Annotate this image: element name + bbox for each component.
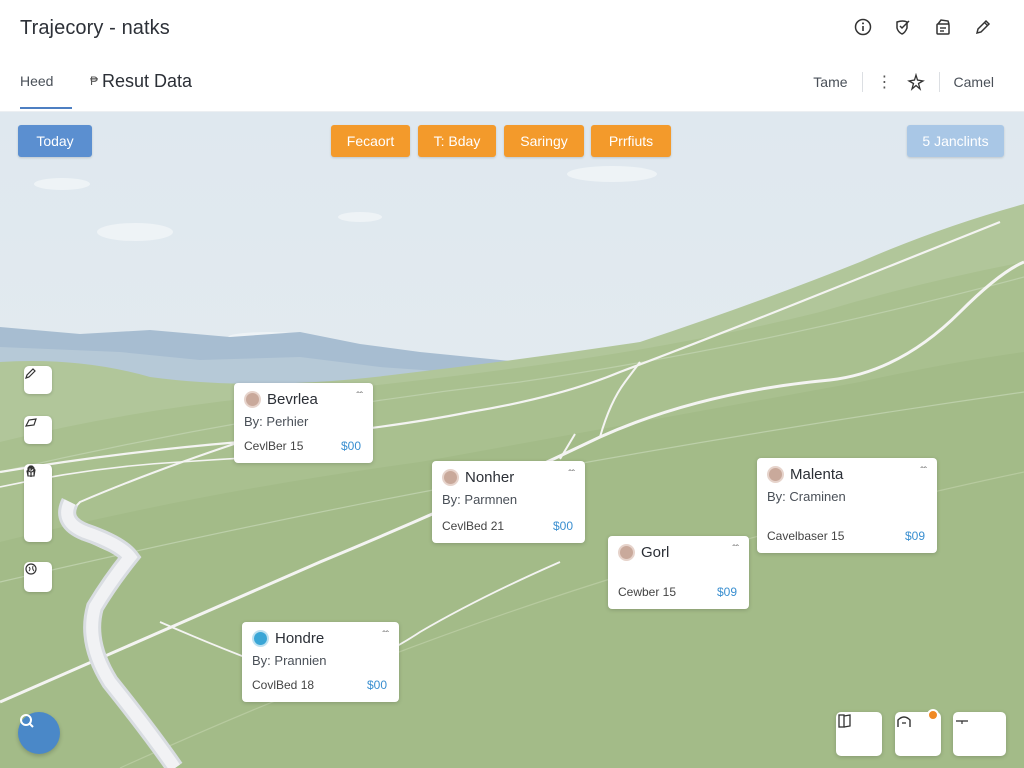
filter-chip-3[interactable]: Saringy — [504, 125, 584, 157]
card-subtitle: By: Craminen — [767, 489, 846, 504]
location-card[interactable]: Gorl ˆˆ Cewber 15 $09 — [608, 536, 749, 609]
location-card[interactable]: Hondre ˆˆ By: Prannien CovlBed 18 $00 — [242, 622, 399, 702]
card-title: Gorl — [641, 544, 670, 561]
chevron-icon[interactable]: ˆˆ — [356, 391, 363, 402]
sub-header-actions: Tame ⋮ Camel — [813, 72, 994, 92]
collapse-button[interactable] — [953, 712, 1006, 756]
location-card[interactable]: Nonher ˆˆ By: Parmnen CevlBed 21 $00 — [432, 461, 585, 543]
search-icon — [20, 714, 34, 728]
pencil-icon — [25, 368, 36, 379]
chevron-icon[interactable]: ˆˆ — [920, 466, 927, 477]
cancel-button[interactable]: Camel — [954, 74, 994, 90]
time-button[interactable]: Tame — [813, 74, 847, 90]
shape-tool[interactable] — [24, 416, 52, 444]
card-title: Malenta — [790, 466, 844, 483]
edit-icon[interactable] — [972, 16, 994, 38]
notifications-button[interactable] — [895, 709, 941, 756]
avatar — [618, 544, 635, 561]
card-title: Nonher — [465, 469, 515, 486]
book-icon — [838, 714, 851, 728]
card-price: $09 — [904, 529, 925, 543]
more-vertical-icon[interactable]: ⋮ — [877, 72, 893, 92]
header-toolbar — [852, 16, 994, 38]
avatar — [244, 391, 261, 408]
map-tools-group — [24, 464, 52, 542]
polygon-icon — [24, 418, 37, 427]
chevron-icon[interactable]: ˆˆ — [732, 544, 739, 555]
card-title: Hondre — [275, 630, 325, 647]
book-button[interactable] — [836, 712, 882, 756]
layers-tool[interactable] — [24, 562, 52, 592]
card-date: Cavelbaser 15 — [767, 529, 845, 543]
pin-icon[interactable] — [24, 464, 38, 478]
divider — [861, 72, 863, 92]
location-card[interactable]: Malenta ˆˆ By: Craminen Cavelbaser 15 $09 — [757, 458, 937, 553]
location-card[interactable]: Bevrlea ˆˆ By: Perhier CevlBer 15 $00 — [234, 383, 373, 463]
avatar — [767, 466, 784, 483]
card-subtitle: By: Parmnen — [442, 492, 518, 507]
filter-chip-4[interactable]: Prrfiuts — [591, 125, 671, 157]
page-title: Resut Data — [102, 71, 193, 91]
card-date: CevlBed 21 — [442, 519, 505, 533]
map-view[interactable]: Today Fecaort T: Bday Saringy Prrfiuts 5… — [0, 112, 1024, 768]
filter-chip-1[interactable]: Fecaort — [331, 125, 410, 157]
notification-badge — [927, 709, 939, 721]
home-icon — [897, 716, 911, 727]
app-title: Trajecory - natks — [20, 17, 170, 39]
sub-header: Heed ₱ Resut Data Tame ⋮ Camel — [0, 56, 1024, 112]
chevron-icon[interactable]: ˆˆ — [382, 630, 389, 641]
shield-check-icon[interactable] — [892, 16, 914, 38]
card-date: CovlBed 18 — [252, 678, 315, 692]
map-terrain — [0, 112, 1024, 768]
app-header: Trajecory - natks — [0, 0, 1024, 56]
avatar — [252, 630, 269, 647]
junctions-chip[interactable]: 5 Janclints — [907, 125, 1004, 157]
card-price: $09 — [716, 585, 737, 599]
card-subtitle: By: Prannien — [252, 653, 327, 668]
sparkle-icon[interactable] — [906, 73, 925, 91]
draw-tool[interactable] — [24, 366, 52, 394]
archive-icon[interactable] — [932, 16, 954, 38]
card-title: Bevrlea — [267, 391, 318, 408]
today-chip[interactable]: Today — [18, 125, 92, 157]
card-price: $00 — [366, 678, 387, 692]
minus-icon — [956, 720, 968, 724]
avatar — [442, 469, 459, 486]
tab-heed[interactable]: Heed — [20, 73, 72, 109]
chevron-icon[interactable]: ˆˆ — [568, 469, 575, 480]
card-date: Cewber 15 — [618, 585, 677, 599]
filter-chip-2[interactable]: T: Bday — [418, 125, 496, 157]
divider — [938, 72, 940, 92]
card-subtitle: By: Perhier — [244, 414, 309, 429]
card-date: CevlBer 15 — [244, 439, 304, 453]
card-price: $00 — [340, 439, 361, 453]
search-button[interactable] — [18, 712, 60, 754]
breadcrumb-separator: ₱ — [90, 74, 99, 88]
globe-icon — [25, 563, 37, 575]
card-price: $00 — [552, 519, 573, 533]
info-icon[interactable] — [852, 16, 874, 38]
